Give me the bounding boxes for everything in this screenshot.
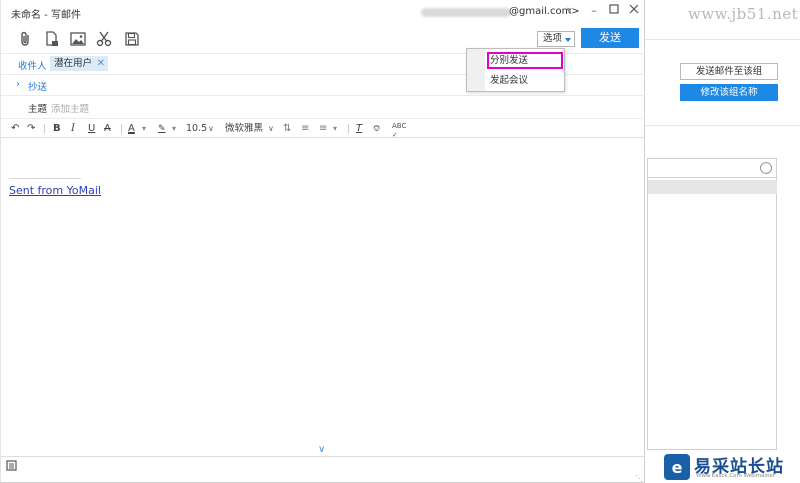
recipient-chip[interactable]: 潜在用户 ✕ <box>50 56 109 71</box>
chevron-down-icon[interactable]: ∨ <box>566 6 573 16</box>
account-email-redacted <box>421 8 511 17</box>
rename-group-button[interactable]: 修改该组名称 <box>680 84 778 101</box>
site-watermark: www.jb51.net <box>688 5 799 23</box>
highlight-color-icon[interactable]: ✎ <box>158 122 166 136</box>
align-icon[interactable]: ≡ <box>319 122 327 136</box>
caret-down-icon <box>565 38 571 42</box>
to-label[interactable]: 收件人 <box>18 58 47 72</box>
close-icon <box>629 4 639 14</box>
caret-down-icon[interactable]: ▾ <box>333 122 337 136</box>
attach-cloud-button[interactable] <box>41 28 63 50</box>
menu-item-send-separately[interactable]: 分别发送 <box>487 52 563 69</box>
screenshot-button[interactable] <box>93 28 115 50</box>
options-menu: 分别发送 发起会议 <box>466 48 565 92</box>
redo-icon[interactable]: ↷ <box>27 122 35 136</box>
chevron-down-icon[interactable]: ∨ <box>208 122 214 136</box>
close-button[interactable] <box>627 4 641 18</box>
subject-input[interactable]: 添加主题 <box>51 101 89 115</box>
line-height-icon[interactable]: ⇅ <box>283 122 291 136</box>
subject-label: 主题 <box>28 104 48 115</box>
status-bar <box>1 456 645 474</box>
cc-label[interactable]: 抄送 <box>28 79 47 93</box>
recipient-chip-label: 潜在用户 <box>54 58 93 69</box>
attach-button[interactable] <box>15 28 37 50</box>
remove-recipient-icon[interactable]: ✕ <box>97 56 105 71</box>
notes-icon[interactable] <box>6 460 17 471</box>
compose-window: 未命名 - 写邮件 @gmail.com> ∨ – 选项 发送 收件人 潜在用户… <box>0 0 645 483</box>
minimize-button[interactable]: – <box>587 4 601 18</box>
bg-divider-top <box>645 39 800 40</box>
paperclip-icon <box>21 31 29 46</box>
maximize-button[interactable] <box>607 4 621 18</box>
signature-divider <box>9 178 81 179</box>
save-icon <box>125 32 139 46</box>
search-icon <box>760 162 772 174</box>
undo-icon[interactable]: ↶ <box>11 122 19 136</box>
save-draft-button[interactable] <box>121 28 143 50</box>
maximize-icon <box>609 4 619 14</box>
bold-icon[interactable]: B <box>53 122 61 136</box>
insert-image-button[interactable] <box>67 28 89 50</box>
scissors-icon <box>96 31 112 47</box>
chevron-right-icon[interactable]: › <box>16 79 20 90</box>
site-logo: e 易采站长站 Www.Easck.Com Webmaster <box>664 451 800 483</box>
caret-down-icon[interactable]: ▾ <box>172 122 176 136</box>
options-button[interactable]: 选项 <box>537 31 575 47</box>
strikethrough-icon[interactable]: A <box>104 122 111 136</box>
signature-link[interactable]: Sent from YoMail <box>9 184 101 197</box>
options-label: 选项 <box>543 33 563 44</box>
italic-icon[interactable]: I <box>71 122 75 136</box>
window-title: 未命名 - 写邮件 <box>11 10 81 21</box>
logo-subtitle: Www.Easck.Com Webmaster <box>696 473 776 479</box>
message-body[interactable]: Sent from YoMail ∨ <box>1 139 645 455</box>
font-family-select[interactable]: 微软雅黑 <box>225 122 263 136</box>
image-icon <box>70 32 86 46</box>
bg-divider-mid <box>645 125 800 126</box>
font-size-select[interactable]: 10.5 <box>186 122 207 136</box>
send-button[interactable]: 发送 <box>581 28 639 48</box>
menu-item-start-meeting[interactable]: 发起会议 <box>487 73 563 90</box>
resize-grip-icon[interactable]: ⋱ <box>635 474 643 483</box>
bg-search-input[interactable] <box>647 158 777 178</box>
format-separator <box>44 124 45 134</box>
bg-contact-list <box>647 178 777 450</box>
menu-gutter <box>467 49 485 91</box>
indent-icon[interactable]: ≡ <box>301 122 309 136</box>
file-attach-icon <box>46 31 58 46</box>
send-to-group-button[interactable]: 发送邮件至该组 <box>680 63 778 80</box>
spellcheck-icon[interactable]: ABC ✓ <box>392 122 406 139</box>
link-icon[interactable]: ⎊ <box>373 122 380 136</box>
caret-down-icon[interactable]: ▾ <box>142 122 146 136</box>
clear-format-icon[interactable]: T <box>356 122 362 136</box>
logo-mark-icon: e <box>664 454 690 480</box>
format-toolbar: ↶ ↷ B I U A A ▾ ✎ ▾ 10.5 ∨ 微软雅黑 ∨ ⇅ ≡ ≡ … <box>1 118 645 139</box>
subject-row: 主题 添加主题 <box>1 95 645 118</box>
underline-icon[interactable]: U <box>88 122 95 136</box>
title-bar: 未命名 - 写邮件 @gmail.com> ∨ – <box>1 0 645 24</box>
list-item[interactable] <box>648 180 777 194</box>
chevron-down-icon[interactable]: ∨ <box>268 122 274 136</box>
font-color-icon[interactable]: A <box>128 122 135 136</box>
format-separator <box>348 124 349 134</box>
chevron-down-icon[interactable]: ∨ <box>318 444 325 455</box>
format-separator <box>121 124 122 134</box>
